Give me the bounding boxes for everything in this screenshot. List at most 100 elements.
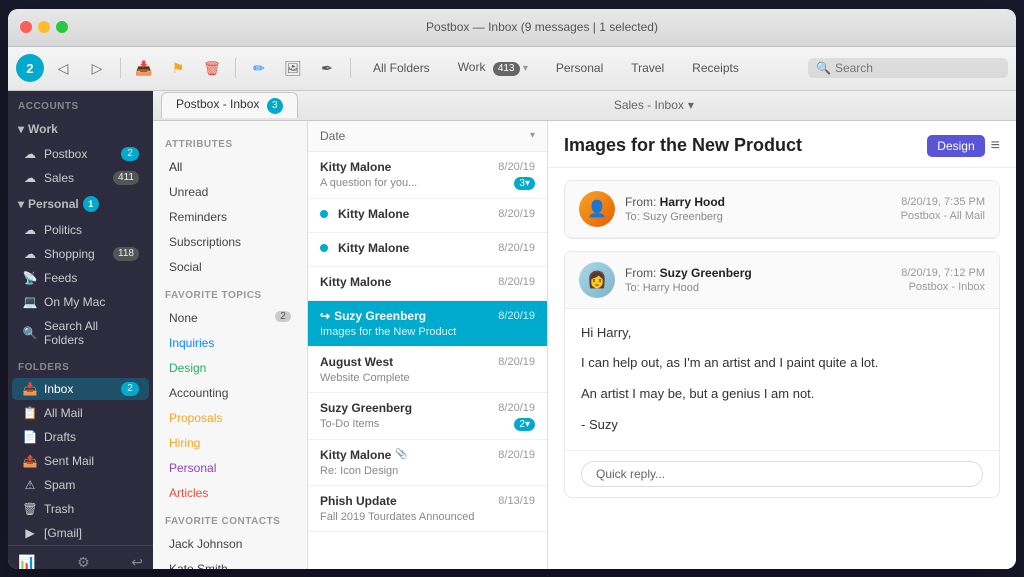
personal-account[interactable]: ▾ Personal 1 <box>8 190 153 218</box>
message-sender: Suzy Greenberg <box>320 401 412 415</box>
filter-none[interactable]: None 2 <box>157 306 303 330</box>
date-sort-label: Date <box>320 129 530 143</box>
sidebar-item-trash[interactable]: 🗑 Trash <box>12 498 149 520</box>
toolbar-tabs: All Folders Work 413 ▾ Personal Travel R… <box>359 56 804 80</box>
filter-personal[interactable]: Personal <box>157 456 303 480</box>
sidebar-item-sales[interactable]: ☁ Sales 411 <box>12 167 149 189</box>
filter-hiring[interactable]: Hiring <box>157 431 303 455</box>
email-message-header-1: 👤 From: Harry Hood To: Suzy Greenberg <box>565 181 999 238</box>
tab-travel[interactable]: Travel <box>617 57 678 79</box>
sidebar-item-sent[interactable]: 📤 Sent Mail <box>12 450 149 472</box>
filter-subscriptions[interactable]: Subscriptions <box>157 230 303 254</box>
message-item[interactable]: Phish Update 8/13/19 Fall 2019 Tourdates… <box>308 486 547 532</box>
message-list-header: Date ▾ <box>308 121 547 152</box>
message-item[interactable]: Kitty Malone 📎 8/20/19 Re: Icon Design <box>308 440 547 486</box>
sent-label: Sent Mail <box>44 454 139 468</box>
compose-circle-button[interactable]: 2 <box>16 54 44 82</box>
sidebar-item-search-all[interactable]: 🔍 Search All Folders <box>12 315 149 351</box>
maximize-button[interactable] <box>56 21 68 33</box>
message-item[interactable]: Kitty Malone 8/20/19 <box>308 199 547 233</box>
filter-social[interactable]: Social <box>157 255 303 279</box>
filter-all[interactable]: All <box>157 155 303 179</box>
toolbar: 2 ◁ ▷ 📥 ⚑ 🗑 ✏ 🖼 ✒ All Folders <box>8 47 1016 91</box>
sidebar-item-gmail[interactable]: ▶ [Gmail] <box>12 522 149 544</box>
archive-button[interactable]: 📥 <box>129 54 159 82</box>
drafts-icon: 📄 <box>22 430 38 444</box>
email-from-1: From: Harry Hood <box>625 195 891 209</box>
forward-nav-button[interactable]: ▷ <box>82 54 112 82</box>
message-list: Kitty Malone 8/20/19 A question for you.… <box>308 152 547 569</box>
message-item-selected[interactable]: ↪ Suzy Greenberg 8/20/19 Images for the … <box>308 301 547 347</box>
sidebar-item-shopping[interactable]: ☁ Shopping 118 <box>12 243 149 265</box>
shopping-label: Shopping <box>44 247 107 261</box>
write-button[interactable]: ✏ <box>244 54 274 82</box>
message-item[interactable]: Kitty Malone 8/20/19 A question for you.… <box>308 152 547 199</box>
settings-icon[interactable]: ⚙ <box>77 554 90 569</box>
trash-button[interactable]: 🗑 <box>197 54 227 82</box>
brush-button[interactable]: ✒ <box>312 54 342 82</box>
message-item[interactable]: Suzy Greenberg 8/20/19 To-Do Items 2▾ <box>308 393 547 440</box>
message-item[interactable]: Kitty Malone 8/20/19 <box>308 233 547 267</box>
back-button[interactable]: ◁ <box>48 54 78 82</box>
design-button[interactable]: Design <box>927 135 984 157</box>
title-bar: Postbox — Inbox (9 messages | 1 selected… <box>8 9 1016 47</box>
sales-label: Sales <box>44 171 107 185</box>
sidebar-item-drafts[interactable]: 📄 Drafts <box>12 426 149 448</box>
sidebar-item-postbox[interactable]: ☁ Postbox 2 <box>12 143 149 165</box>
logout-icon[interactable]: ↩ <box>131 554 143 569</box>
mac-icon: 💻 <box>22 295 38 309</box>
sidebar-item-on-my-mac[interactable]: 💻 On My Mac <box>12 291 149 313</box>
message-item[interactable]: August West 8/20/19 Website Complete <box>308 347 547 393</box>
tab-all-folders[interactable]: All Folders <box>359 57 444 79</box>
email-meta-1: From: Harry Hood To: Suzy Greenberg <box>625 195 891 223</box>
sidebar-item-spam[interactable]: ⚠ Spam <box>12 474 149 496</box>
quick-reply-button[interactable]: Quick reply... <box>581 461 983 487</box>
sidebar-item-inbox[interactable]: 📥 Inbox 2 <box>12 378 149 400</box>
activity-icon[interactable]: 📊 <box>18 554 35 569</box>
postbox-label: Postbox <box>44 147 115 161</box>
message-date: 8/20/19 <box>498 402 535 414</box>
filter-jack[interactable]: Jack Johnson <box>157 532 303 556</box>
filter-accounting[interactable]: Accounting <box>157 381 303 405</box>
search-input[interactable] <box>835 61 995 75</box>
message-item[interactable]: Kitty Malone 8/20/19 <box>308 267 547 301</box>
unread-dot <box>320 210 328 218</box>
sidebar-item-politics[interactable]: ☁ Politics <box>12 219 149 241</box>
filter-reminders[interactable]: Reminders <box>157 205 303 229</box>
filter-articles[interactable]: Articles <box>157 481 303 505</box>
filter-inquiries[interactable]: Inquiries <box>157 331 303 355</box>
email-timestamp-1: 8/20/19, 7:35 PM Postbox - All Mail <box>901 196 985 222</box>
write-icon: ✏ <box>253 60 265 77</box>
tab-work[interactable]: Work 413 ▾ <box>444 56 542 80</box>
app-window: Postbox — Inbox (9 messages | 1 selected… <box>8 9 1016 569</box>
message-sender: Kitty Malone 📎 <box>320 448 408 462</box>
attachment-icon: 📎 <box>395 449 407 460</box>
tab-receipts[interactable]: Receipts <box>678 57 753 79</box>
sort-dropdown-icon[interactable]: ▾ <box>530 130 535 141</box>
message-date: 8/20/19 <box>498 161 535 173</box>
filter-proposals[interactable]: Proposals <box>157 406 303 430</box>
traffic-lights <box>20 21 68 33</box>
close-button[interactable] <box>20 21 32 33</box>
message-date: 8/20/19 <box>498 242 535 254</box>
sidebar-item-all-mail[interactable]: 📋 All Mail <box>12 402 149 424</box>
filter-kate[interactable]: Kate Smith <box>157 557 303 569</box>
filter-design[interactable]: Design <box>157 356 303 380</box>
email-messages: 👤 From: Harry Hood To: Suzy Greenberg <box>548 168 1016 569</box>
spam-icon: ⚠ <box>22 478 38 492</box>
more-options-button[interactable]: ≡ <box>991 137 1000 155</box>
sidebar-item-feeds[interactable]: 📡 Feeds <box>12 267 149 289</box>
message-sender: ↪ Suzy Greenberg <box>320 309 426 323</box>
drafts-label: Drafts <box>44 430 139 444</box>
right-tab-sales-inbox[interactable]: Sales - Inbox ▾ <box>614 98 694 112</box>
tab-personal[interactable]: Personal <box>542 57 617 79</box>
tag-button[interactable]: ⚑ <box>163 54 193 82</box>
minimize-button[interactable] <box>38 21 50 33</box>
filter-unread[interactable]: Unread <box>157 180 303 204</box>
email-body: Hi Harry, I can help out, as I'm an arti… <box>565 309 999 450</box>
tab-postbox-inbox[interactable]: Postbox - Inbox 3 <box>161 92 298 118</box>
photo-button[interactable]: 🖼 <box>278 54 308 82</box>
work-account[interactable]: ▾ Work <box>8 116 153 142</box>
email-subject: Images for the New Product <box>564 135 927 156</box>
politics-icon: ☁ <box>22 223 38 237</box>
